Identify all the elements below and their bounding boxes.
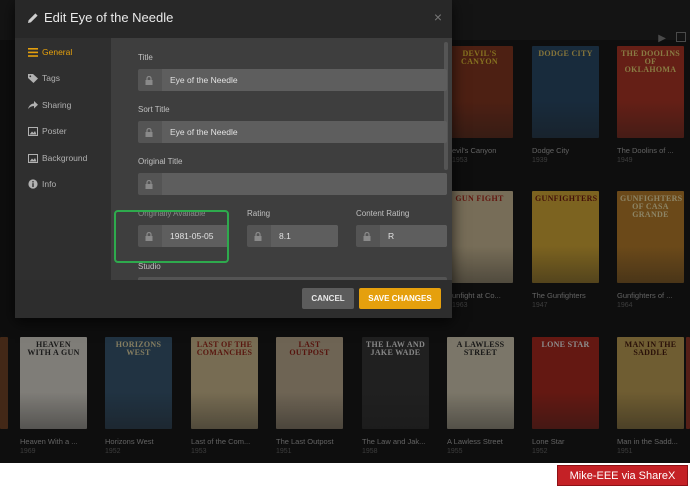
list-icon [27,47,38,57]
title-field [138,69,447,91]
sidebar-item-label: General [42,47,73,57]
dialog-footer: CANCEL SAVE CHANGES [15,280,452,318]
lock-icon[interactable] [247,225,269,247]
title-input[interactable] [162,69,447,91]
form-scrollbar[interactable] [444,42,448,170]
lock-icon[interactable] [138,173,160,195]
edit-dialog: Edit Eye of the Needle × General Tags Shar… [15,0,452,318]
info-icon [27,179,38,189]
app-window: ▶ DEVIL'S CANYON evil's Canyon 1953 DODGE C… [0,0,690,463]
sort-title-label: Sort Title [138,105,170,114]
sidebar-item-background[interactable]: Background [27,151,87,165]
studio-label: Studio [138,262,161,271]
dialog-title: Edit Eye of the Needle [44,10,174,25]
share-icon [27,100,38,110]
sidebar-item-label: Background [42,153,88,163]
image-icon [27,126,38,136]
lock-icon[interactable] [138,121,160,143]
rating-field [247,225,338,247]
sidebar-item-general[interactable]: General [27,45,72,59]
sidebar-item-label: Info [42,179,57,189]
sidebar-item-info[interactable]: Info [27,177,56,191]
sort-title-field [138,121,447,143]
content-rating-input[interactable] [380,225,447,247]
sort-title-input[interactable] [162,121,447,143]
pencil-icon [28,13,38,23]
original-title-label: Original Title [138,157,183,166]
sidebar-item-label: Sharing [42,100,72,110]
sidebar-item-poster[interactable]: Poster [27,124,67,138]
tag-icon [27,73,38,83]
lock-icon[interactable] [138,69,160,91]
original-title-field [138,173,447,195]
lock-icon[interactable] [356,225,378,247]
title-label: Title [138,53,153,62]
rating-input[interactable] [271,225,338,247]
sidebar-item-label: Tags [42,73,60,83]
annotation-highlight-box [114,210,229,263]
dialog-header: Edit Eye of the Needle × [15,0,452,38]
sidebar-item-label: Poster [42,126,67,136]
sidebar-item-tags[interactable]: Tags [27,71,60,85]
image-icon [27,153,38,163]
cancel-button[interactable]: CANCEL [302,288,354,309]
dialog-sidebar: General Tags Sharing Poster Background Info [15,38,111,280]
rating-label: Rating [247,209,271,218]
sidebar-item-sharing[interactable]: Sharing [27,98,71,112]
content-rating-label: Content Rating [356,209,410,218]
save-changes-button[interactable]: SAVE CHANGES [359,288,441,309]
content-rating-field [356,225,447,247]
original-title-input[interactable] [162,173,447,195]
close-icon[interactable]: × [434,9,442,25]
sharex-watermark: Mike-EEE via ShareX [557,465,688,486]
